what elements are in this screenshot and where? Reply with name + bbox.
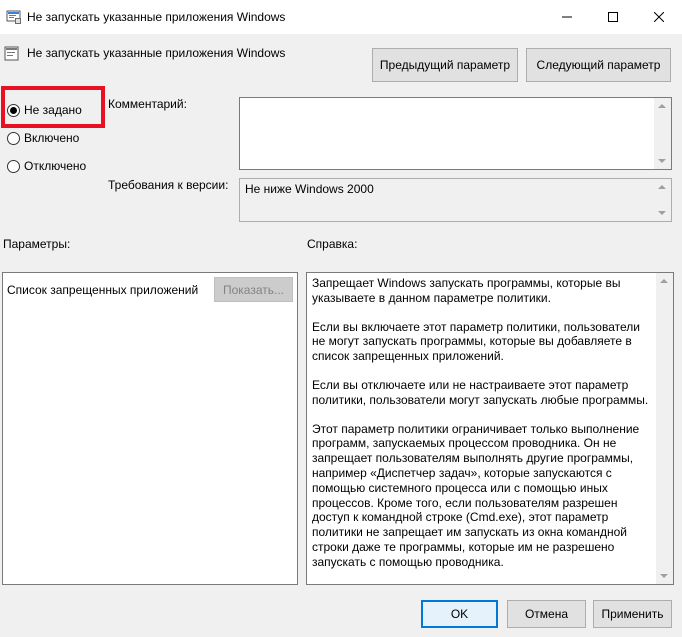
window-title: Не запускать указанные приложения Window… — [27, 10, 286, 24]
scroll-up-icon[interactable] — [658, 104, 666, 108]
radio-button[interactable] — [7, 131, 20, 145]
comment-label: Комментарий: — [108, 97, 187, 111]
apply-button[interactable]: Применить — [593, 600, 672, 628]
radio-button[interactable] — [7, 103, 20, 117]
supported-on-field: Не ниже Windows 2000 — [239, 178, 672, 222]
scroll-up-icon[interactable] — [658, 185, 666, 189]
supported-on-label: Требования к версии: — [108, 178, 229, 192]
close-button[interactable] — [636, 0, 682, 34]
help-paragraph: Этот параметр политики ограничивает толь… — [312, 421, 640, 569]
cancel-button[interactable]: Отмена — [507, 600, 586, 628]
scroll-down-icon[interactable] — [658, 211, 666, 215]
scroll-down-icon[interactable] — [660, 574, 668, 578]
help-panel: Запрещает Windows запускать программы, к… — [306, 272, 674, 585]
maximize-icon — [608, 12, 618, 22]
radio-enabled[interactable]: Включено — [7, 131, 79, 145]
minimize-button[interactable] — [544, 0, 590, 34]
app-icon — [6, 9, 22, 25]
radio-label: Отключено — [24, 159, 87, 173]
radio-button[interactable] — [7, 159, 20, 173]
supported-scrollbar[interactable] — [654, 179, 671, 221]
next-setting-button[interactable]: Следующий параметр — [526, 48, 671, 82]
supported-on-value: Не ниже Windows 2000 — [245, 182, 374, 196]
help-paragraph: Если вы включаете этот параметр политики… — [312, 319, 640, 364]
options-panel: Список запрещенных приложений Показать..… — [2, 272, 298, 585]
disallowed-list-label: Список запрещенных приложений — [7, 283, 199, 297]
scroll-down-icon[interactable] — [658, 159, 666, 163]
help-text: Запрещает Windows запускать программы, к… — [312, 276, 652, 584]
policy-name: Не запускать указанные приложения Window… — [27, 46, 286, 60]
title-bar: Не запускать указанные приложения Window… — [0, 0, 682, 34]
maximize-button[interactable] — [590, 0, 636, 34]
comment-field[interactable] — [239, 97, 672, 170]
help-scrollbar[interactable] — [656, 273, 673, 584]
radio-label: Не задано — [24, 103, 82, 117]
help-paragraph: Если вы отключаете или не настраиваете э… — [312, 377, 649, 407]
ok-button[interactable]: OK — [421, 600, 498, 628]
scroll-up-icon[interactable] — [660, 279, 668, 283]
show-button[interactable]: Показать... — [214, 277, 293, 302]
radio-dot — [10, 106, 17, 114]
previous-setting-button[interactable]: Предыдущий параметр — [372, 48, 518, 82]
help-heading: Справка: — [307, 237, 358, 251]
policy-icon — [4, 46, 20, 62]
radio-not-configured[interactable]: Не задано — [7, 103, 82, 117]
radio-label: Включено — [24, 131, 80, 145]
comment-scrollbar[interactable] — [654, 98, 671, 169]
close-icon — [654, 12, 664, 22]
help-paragraph: Запрещает Windows запускать программы, к… — [312, 276, 621, 305]
minimize-icon — [562, 16, 572, 18]
options-heading: Параметры: — [3, 237, 71, 251]
radio-disabled[interactable]: Отключено — [7, 159, 86, 173]
